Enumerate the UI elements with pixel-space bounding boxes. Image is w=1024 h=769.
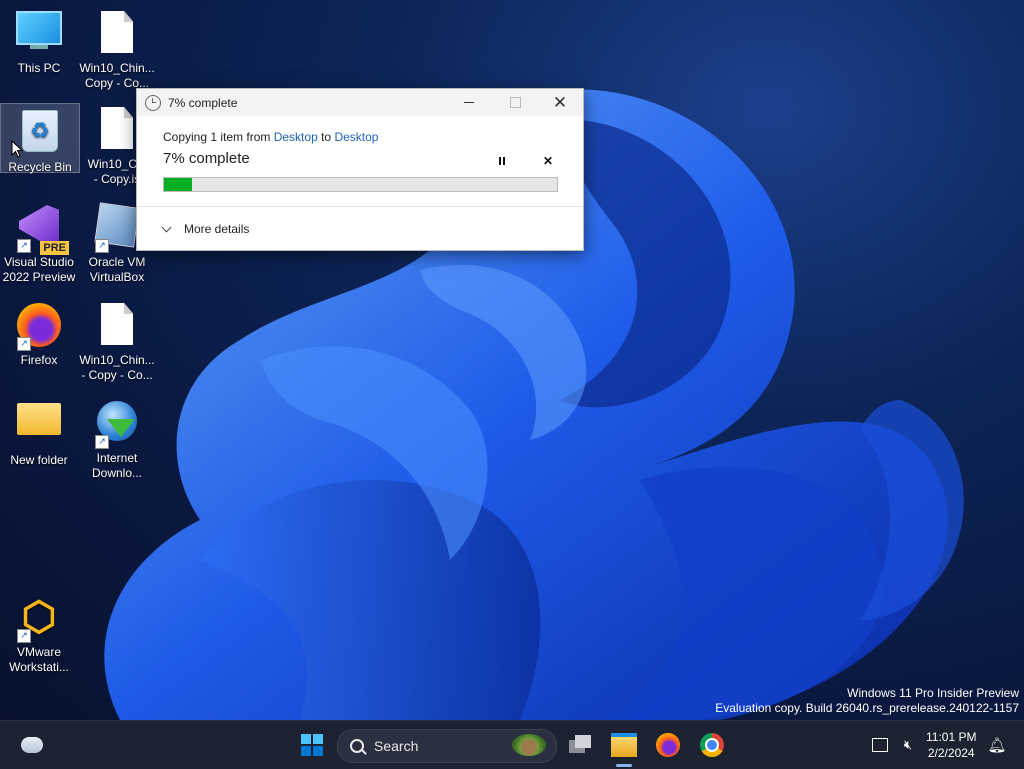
- volume-muted-icon: 🔇︎: [903, 737, 913, 752]
- file-explorer-button[interactable]: [606, 727, 642, 763]
- chrome-icon: [700, 733, 724, 757]
- desktop-icon-label: Oracle VM: [88, 255, 146, 269]
- preview-badge: PRE: [40, 241, 69, 255]
- desktop-icon-label: This PC: [17, 61, 61, 75]
- chevron-down-icon: [161, 222, 172, 232]
- search-icon: [350, 739, 364, 753]
- minimize-button[interactable]: [446, 89, 492, 116]
- desktop-icon-this-pc[interactable]: This PC: [0, 5, 78, 76]
- shortcut-arrow-icon: ↗: [17, 629, 31, 643]
- desktop-icon-label: Win10_Chin...: [79, 61, 155, 75]
- weather-icon: [21, 737, 43, 753]
- desktop-icon-label: New folder: [10, 453, 68, 467]
- close-icon: ✕: [542, 154, 554, 168]
- desktop-icon-win10-file-1[interactable]: Win10_Chin... Copy - Co...: [78, 5, 156, 91]
- vmware-icon: ⬡ ↗: [15, 595, 63, 643]
- shortcut-arrow-icon: ↗: [17, 239, 31, 253]
- search-placeholder: Search: [374, 738, 419, 754]
- desktop-icon-new-folder[interactable]: New folder: [0, 395, 78, 468]
- folder-icon: [15, 403, 63, 451]
- desktop-icon-label: Recycle Bin: [8, 160, 72, 174]
- copy-mid-text: to: [317, 130, 335, 144]
- pause-icon: [499, 157, 505, 165]
- task-view-button[interactable]: [563, 727, 599, 763]
- desktop-icon-label: Visual Studio: [4, 255, 74, 269]
- progress-bar-fill: [164, 178, 192, 191]
- progress-status: 7% complete: [163, 150, 250, 167]
- weather-widget-button[interactable]: [14, 727, 50, 763]
- desktop-icon-label: VMware: [16, 645, 61, 659]
- monitor-icon: [15, 11, 63, 59]
- search-highlight-icon: [512, 734, 546, 756]
- minimize-icon: [464, 102, 474, 103]
- file-explorer-icon: [611, 733, 637, 757]
- bell-icon: 🔔︎: [987, 737, 1007, 754]
- more-details-label: More details: [184, 222, 250, 236]
- watermark-line-1: Windows 11 Pro Insider Preview: [847, 686, 1019, 700]
- start-button[interactable]: [294, 727, 330, 763]
- desktop-icon-internet-download-manager[interactable]: ↗ Internet Downlo...: [78, 395, 156, 481]
- firefox-icon: ↗: [15, 303, 63, 351]
- desktop-icon-label: Firefox: [20, 353, 58, 367]
- active-window-indicator: [616, 764, 632, 767]
- firefox-icon: [656, 733, 680, 757]
- virtualbox-icon: ↗: [93, 202, 141, 253]
- evaluation-watermark: Windows 11 Pro Insider Preview Evaluatio…: [715, 686, 1019, 716]
- desktop-icon-recycle-bin[interactable]: ♻ Recycle Bin: [0, 103, 80, 174]
- task-view-icon: [569, 735, 593, 755]
- desktop-icon-firefox[interactable]: ↗ Firefox: [0, 297, 78, 368]
- desktop-icon-label: Internet: [96, 451, 138, 465]
- source-link[interactable]: Desktop: [274, 130, 318, 144]
- desktop-icon-win10-file-3[interactable]: Win10_Chin... - Copy - Co...: [78, 297, 156, 383]
- mouse-cursor-icon: [11, 140, 23, 158]
- clock-date: 2/2/2024: [927, 746, 975, 760]
- copy-description: Copying 1 item from Desktop to Desktop: [163, 130, 378, 144]
- dialog-title: 7% complete: [168, 95, 238, 110]
- recycle-bin-icon: ♻: [16, 110, 64, 158]
- shortcut-arrow-icon: ↗: [17, 337, 31, 351]
- copy-prefix-text: Copying 1 item from: [163, 130, 274, 144]
- copy-progress-dialog: 7% complete ✕ Copying 1 item from Deskto…: [136, 88, 584, 251]
- dialog-title-bar[interactable]: 7% complete ✕: [137, 89, 583, 116]
- shortcut-arrow-icon: ↗: [95, 435, 109, 449]
- file-icon: [93, 107, 141, 155]
- volume-button[interactable]: 🔇︎: [892, 727, 924, 763]
- divider: [137, 206, 583, 207]
- watermark-line-2: Evaluation copy. Build 26040.rs_prerelea…: [715, 701, 1019, 715]
- desktop-icon-label: VirtualBox: [89, 270, 145, 284]
- desktop-icon-visual-studio[interactable]: PRE ↗ Visual Studio 2022 Preview: [0, 199, 78, 285]
- taskbar: Search 🔇︎ 11:01 PM 2/2/2024 🔔︎: [0, 720, 1024, 769]
- close-icon: ✕: [552, 93, 568, 112]
- desktop-icon-label: Downlo...: [91, 466, 143, 480]
- notifications-button[interactable]: 🔔︎: [982, 727, 1012, 763]
- maximize-button: [492, 89, 538, 116]
- desktop-icon-label: 2022 Preview: [2, 270, 76, 284]
- clock-time: 11:01 PM: [926, 730, 977, 744]
- progress-bar: [163, 177, 558, 192]
- destination-link[interactable]: Desktop: [334, 130, 378, 144]
- taskbar-clock[interactable]: 11:01 PM 2/2/2024: [926, 729, 976, 761]
- chrome-taskbar-button[interactable]: [694, 727, 730, 763]
- file-icon: [93, 303, 141, 351]
- start-icon: [301, 734, 323, 756]
- visual-studio-icon: PRE ↗: [15, 205, 69, 255]
- taskbar-search-box[interactable]: Search: [337, 729, 557, 763]
- more-details-toggle[interactable]: More details: [161, 222, 250, 236]
- file-icon: [93, 11, 141, 59]
- cancel-copy-button[interactable]: ✕: [540, 153, 556, 169]
- firefox-taskbar-button[interactable]: [650, 727, 686, 763]
- clock-icon: [145, 94, 161, 111]
- shortcut-arrow-icon: ↗: [95, 239, 109, 253]
- network-icon: [872, 738, 888, 752]
- pause-button[interactable]: [494, 153, 510, 169]
- desktop-icon-label: Win10_Chin...: [79, 353, 155, 367]
- internet-download-manager-icon: ↗: [93, 401, 141, 449]
- desktop-icon-label: - Copy - Co...: [81, 368, 153, 382]
- desktop-icon-vmware[interactable]: ⬡ ↗ VMware Workstati...: [0, 589, 78, 675]
- maximize-icon: [509, 97, 521, 108]
- desktop-icon-label: Workstati...: [9, 660, 69, 674]
- close-button[interactable]: ✕: [537, 89, 583, 116]
